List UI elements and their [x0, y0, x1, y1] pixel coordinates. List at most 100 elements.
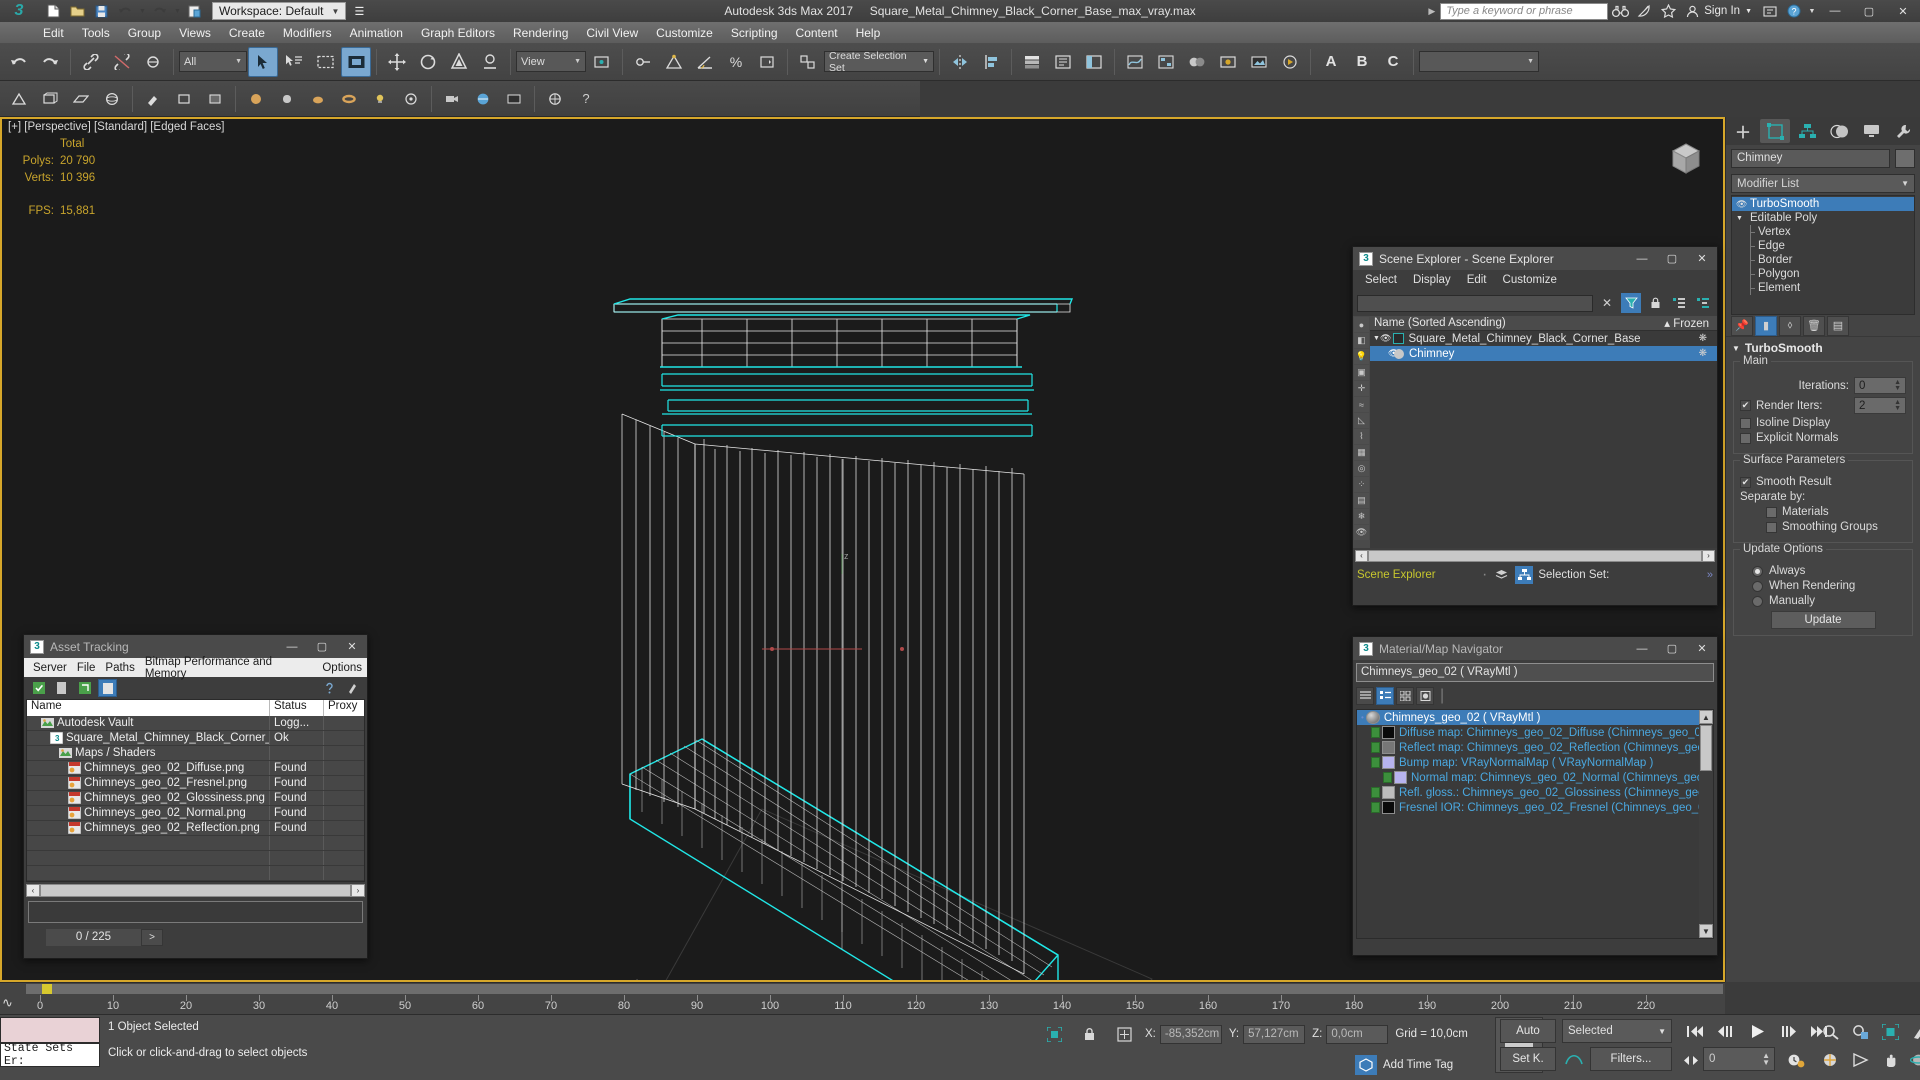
z-coordinate[interactable]: Z: 0,0cm — [1312, 1024, 1389, 1044]
snap-toggle-icon[interactable] — [659, 47, 689, 77]
filter-particles-icon[interactable]: ⁘ — [1354, 477, 1369, 492]
materials-checkbox[interactable] — [1766, 506, 1777, 518]
select-and-rotate-icon[interactable] — [413, 47, 443, 77]
cylinder-primitive-icon[interactable] — [272, 84, 302, 114]
smoothing-groups-checkbox[interactable] — [1766, 521, 1777, 533]
menu-item-create[interactable]: Create — [220, 24, 274, 42]
x-coordinate[interactable]: X: -85,352cm — [1145, 1024, 1222, 1044]
torus-primitive-icon[interactable] — [334, 84, 364, 114]
table-row[interactable]: 3 Square_Metal_Chimney_Black_Corner_B...… — [27, 731, 364, 746]
matnav-titlebar[interactable]: 3 Material/Map Navigator — ▢ ✕ — [1353, 637, 1717, 660]
stack-subitem-element[interactable]: Element — [1732, 281, 1914, 295]
get-latest-icon[interactable] — [98, 679, 117, 697]
table-row[interactable]: Chimneys_geo_02_Reflection.png Found — [27, 821, 364, 836]
sphere-primitive-icon[interactable] — [241, 84, 271, 114]
table-row[interactable]: Chimneys_geo_02_Fresnel.png Found — [27, 776, 364, 791]
matnav-row-bump[interactable]: Bump map: VRayNormalMap ( VRayNormalMap … — [1357, 755, 1713, 770]
scene-explorer-hscrollbar[interactable]: ‹ › — [1353, 548, 1717, 563]
percent-snap-icon[interactable]: % — [721, 47, 751, 77]
help-icon[interactable]: ? — [1782, 0, 1806, 22]
help-dropdown-icon[interactable]: ▼ — [1806, 0, 1818, 22]
close-button[interactable]: ✕ — [337, 635, 367, 658]
max-logo-icon[interactable]: 3 — [0, 0, 38, 22]
clear-find-icon[interactable]: ✕ — [1597, 293, 1617, 313]
create-plane-icon[interactable] — [66, 84, 96, 114]
iterations-spinner[interactable]: 0 ▲ ▼ — [1854, 377, 1906, 394]
asset-table-header[interactable]: Name Status Proxy — [27, 700, 364, 716]
filter-frozen-icon[interactable]: ❄ — [1354, 509, 1369, 524]
remove-modifier-icon[interactable]: 🗑 — [1803, 315, 1825, 336]
eye-icon[interactable]: 👁 — [1736, 199, 1750, 210]
timeline-track-bar[interactable]: ∿ 0 10 20 30 40 50 60 70 80 90 100 110 1… — [0, 982, 1725, 1014]
state-sets-preview[interactable] — [0, 1017, 100, 1043]
render-setup-icon[interactable] — [1213, 47, 1243, 77]
letter-b-icon[interactable]: B — [1347, 47, 1377, 77]
matnav-row-material[interactable]: • Chimneys_geo_02 ( VRayMtl ) — [1357, 710, 1713, 725]
table-row[interactable] — [27, 836, 364, 851]
menu-item-modifiers[interactable]: Modifiers — [274, 24, 341, 42]
schematic-view-icon[interactable] — [1151, 47, 1181, 77]
table-row[interactable]: Chimneys_geo_02_Normal.png Found — [27, 806, 364, 821]
update-button[interactable]: Update — [1770, 611, 1876, 629]
scene-explorer-find-input[interactable] — [1357, 294, 1593, 312]
at-menu-server[interactable]: Server — [28, 661, 72, 675]
chevron-down-icon[interactable]: ▼ — [1370, 335, 1380, 342]
column-proxy[interactable]: Proxy — [324, 700, 364, 716]
walk-through-icon[interactable] — [1846, 1047, 1874, 1073]
previous-frame-icon[interactable] — [1712, 1019, 1738, 1043]
next-frame-icon[interactable] — [1776, 1019, 1802, 1043]
matnav-row-normal[interactable]: Normal map: Chimneys_geo_02_Normal (Chim… — [1357, 770, 1713, 785]
stack-item-turbosmooth[interactable]: 👁 TurboSmooth — [1732, 197, 1914, 211]
render-iters-spinner[interactable]: 2 ▲ ▼ — [1854, 397, 1906, 414]
frozen-icon[interactable]: ❋ — [1699, 348, 1717, 359]
set-key-button[interactable]: Set K. — [1500, 1047, 1556, 1071]
menu-item-graph-editors[interactable]: Graph Editors — [412, 24, 504, 42]
smooth-result-checkbox[interactable]: ✔ — [1740, 476, 1751, 488]
explicit-normals-row[interactable]: Explicit Normals — [1740, 432, 1906, 444]
state-sets-label[interactable]: State Sets Er: — [0, 1043, 100, 1067]
layer-explorer-icon[interactable] — [1017, 47, 1047, 77]
manually-radio[interactable] — [1752, 595, 1763, 607]
time-configuration-icon[interactable] — [1782, 1047, 1810, 1073]
eye-icon[interactable]: 👁 — [1380, 333, 1391, 344]
teapot-primitive-icon[interactable] — [303, 84, 333, 114]
select-and-link-icon[interactable] — [76, 47, 106, 77]
create-tab[interactable]: ＋ — [1728, 119, 1758, 143]
scroll-right-icon[interactable]: › — [1702, 549, 1715, 562]
timeline-track[interactable] — [26, 984, 1723, 994]
menu-item-tools[interactable]: Tools — [73, 24, 119, 42]
timeline-key[interactable] — [42, 984, 52, 994]
named-selection-set-combo[interactable]: Create Selection Set ▼ — [824, 50, 934, 74]
update-option-when-rendering[interactable]: When Rendering — [1740, 580, 1906, 592]
asset-tracking-hscrollbar[interactable]: ‹ › — [26, 883, 365, 897]
object-color-swatch[interactable] — [1895, 149, 1915, 168]
y-input[interactable]: 57,127cm — [1243, 1024, 1306, 1044]
star-icon[interactable] — [1656, 0, 1680, 22]
timeline-ruler[interactable]: 0 10 20 30 40 50 60 70 80 90 100 110 120… — [0, 995, 1725, 1015]
zoom-icon[interactable] — [1816, 1019, 1844, 1045]
redo-icon[interactable] — [149, 2, 171, 21]
list-view-icon[interactable] — [1356, 687, 1374, 705]
explicit-normals-checkbox[interactable] — [1740, 432, 1751, 444]
menu-item-civil-view[interactable]: Civil View — [577, 24, 647, 42]
time-tag-icon[interactable] — [1355, 1055, 1377, 1075]
orbit-icon[interactable] — [1904, 1047, 1920, 1073]
go-to-start-icon[interactable] — [1682, 1019, 1708, 1043]
asset-tracking-window[interactable]: 3 Asset Tracking — ▢ ✕ Server File Paths… — [23, 634, 368, 959]
se-menu-display[interactable]: Display — [1405, 272, 1459, 288]
workspace-menu-icon[interactable]: ☰ — [348, 2, 370, 21]
undo-toolbar-icon[interactable] — [4, 47, 34, 77]
next-page-button[interactable]: > — [141, 928, 163, 946]
scene-explorer-titlebar[interactable]: 3 Scene Explorer - Scene Explorer — ▢ ✕ — [1353, 247, 1717, 270]
close-button[interactable]: ✕ — [1687, 637, 1717, 660]
table-row[interactable]: Chimneys_geo_02_Glossiness.png Found — [27, 791, 364, 806]
minimize-button[interactable]: — — [1627, 247, 1657, 270]
unlink-selection-icon[interactable] — [107, 47, 137, 77]
update-option-manually[interactable]: Manually — [1740, 595, 1906, 607]
table-row[interactable] — [27, 851, 364, 866]
filter-hidden-icon[interactable]: 👁 — [1354, 525, 1369, 540]
pan-wheel-icon[interactable] — [1816, 1047, 1844, 1073]
play-icon[interactable] — [1742, 1019, 1774, 1043]
check-out-icon[interactable] — [52, 679, 71, 697]
search-input[interactable]: Type a keyword or phrase — [1440, 2, 1609, 20]
